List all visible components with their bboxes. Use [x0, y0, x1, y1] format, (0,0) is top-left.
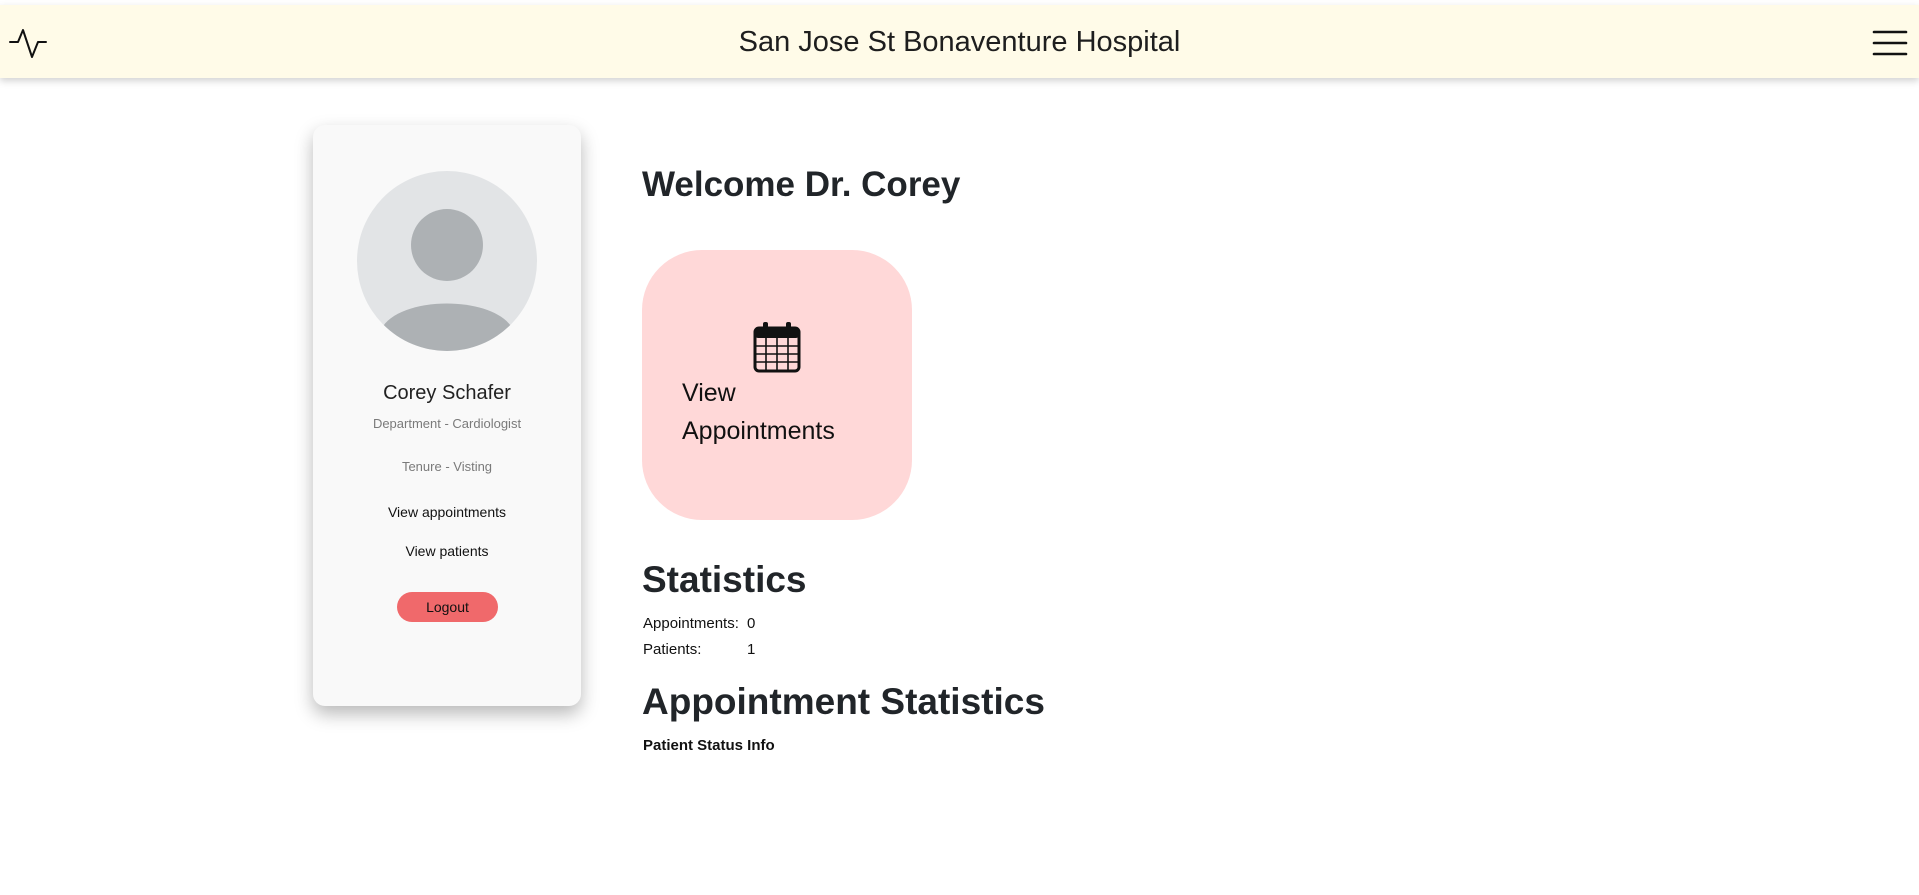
stat-label: Appointments: — [643, 615, 739, 632]
appointment-statistics-heading: Appointment Statistics — [642, 681, 1045, 722]
stat-value: 0 — [747, 615, 756, 632]
statistics-heading: Statistics — [642, 559, 807, 600]
stat-row-patients: Patients: 1 — [643, 641, 755, 658]
view-appointments-tile[interactable]: View Appointments — [642, 250, 912, 520]
profile-tenure: Tenure - Visting — [401, 459, 493, 474]
stat-value: 1 — [747, 641, 756, 658]
profile-department: Department - Cardiologist — [372, 416, 522, 431]
profile-name: Corey Schafer — [383, 382, 511, 404]
welcome-heading: Welcome Dr. Corey — [642, 165, 961, 204]
avatar — [357, 171, 537, 351]
user-avatar-icon — [379, 209, 515, 351]
view-patients-link[interactable]: View patients — [313, 543, 581, 559]
logout-button[interactable]: Logout — [397, 592, 498, 622]
calendar-icon — [753, 322, 801, 373]
stat-label: Patients: — [643, 641, 702, 658]
hamburger-menu-icon[interactable] — [1872, 28, 1908, 58]
patient-status-info: Patient Status Info — [643, 737, 775, 754]
profile-card: Corey Schafer Department - Cardiologist … — [313, 125, 581, 706]
app-title: San Jose St Bonaventure Hospital — [738, 26, 1181, 58]
stat-row-appointments: Appointments: 0 — [643, 615, 755, 632]
top-navbar: San Jose St Bonaventure Hospital — [0, 5, 1919, 78]
view-appointments-link[interactable]: View appointments — [313, 504, 581, 520]
view-appointments-tile-label: View Appointments — [682, 379, 835, 445]
